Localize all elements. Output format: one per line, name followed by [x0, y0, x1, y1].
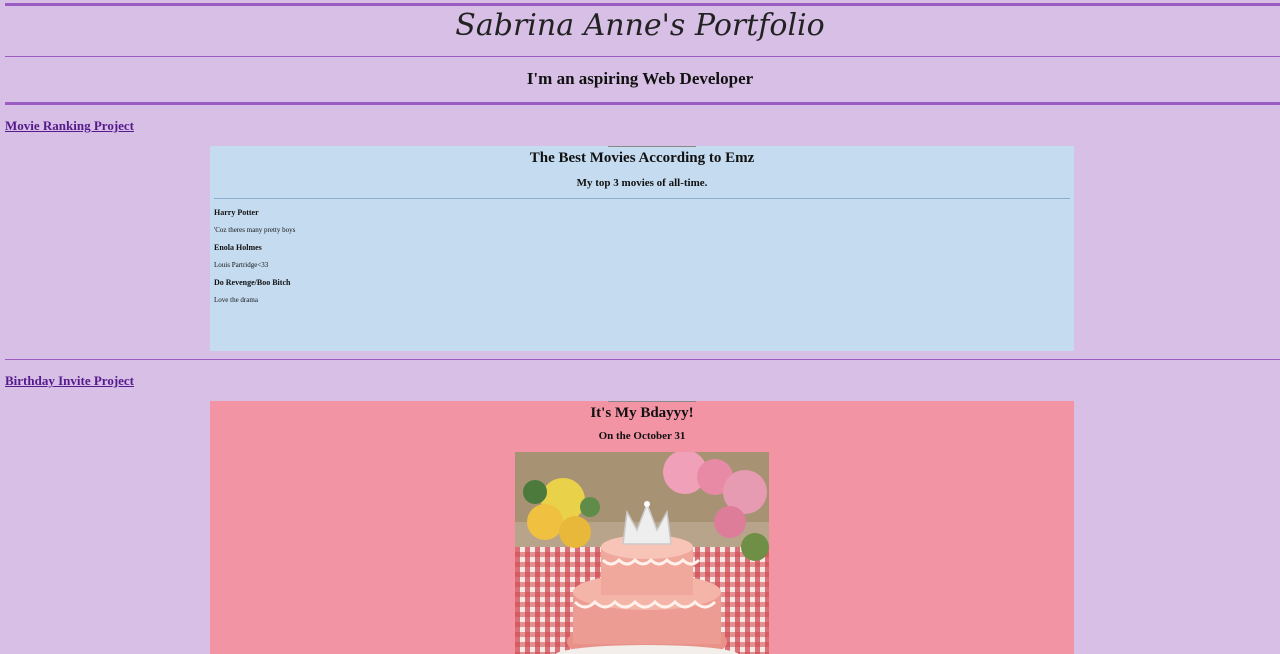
header-divider [5, 56, 1280, 57]
movie-description: 'Coz theres many pretty boys [214, 226, 296, 234]
movie-description: Louis Partridge<33 [214, 261, 269, 269]
movie-ranking-project-link[interactable]: Movie Ranking Project [5, 118, 134, 134]
movie-heading: The Best Movies According to Emz [529, 150, 755, 166]
top-rule [5, 3, 1280, 6]
movie-subheading: My top 3 movies of all-time. [576, 177, 708, 189]
project-divider [5, 359, 1280, 360]
header-bottom-rule [5, 102, 1280, 105]
bday-heading: It's My Bdayyy! [590, 405, 694, 421]
frame-top-line [608, 146, 696, 147]
movie-title: Enola Holmes [214, 243, 262, 252]
movie-title: Do Revenge/Boo Bitch [214, 278, 291, 287]
birthday-invite-project-link[interactable]: Birthday Invite Project [5, 373, 134, 389]
movie-description: Love the drama [214, 296, 258, 304]
movie-divider [214, 198, 1070, 199]
page-subtitle: I'm an aspiring Web Developer [526, 69, 754, 88]
birthday-invite-iframe[interactable]: It's My Bdayyy! On the October 31 [210, 401, 1074, 654]
movie-title: Harry Potter [214, 208, 259, 217]
movie-ranking-iframe[interactable]: The Best Movies According to Emz My top … [210, 146, 1074, 351]
frame-top-line [608, 401, 696, 402]
birthday-cake-image [515, 452, 769, 654]
page-title: Sabrina Anne's Portfolio [455, 8, 825, 43]
bday-subheading: On the October 31 [598, 430, 686, 442]
